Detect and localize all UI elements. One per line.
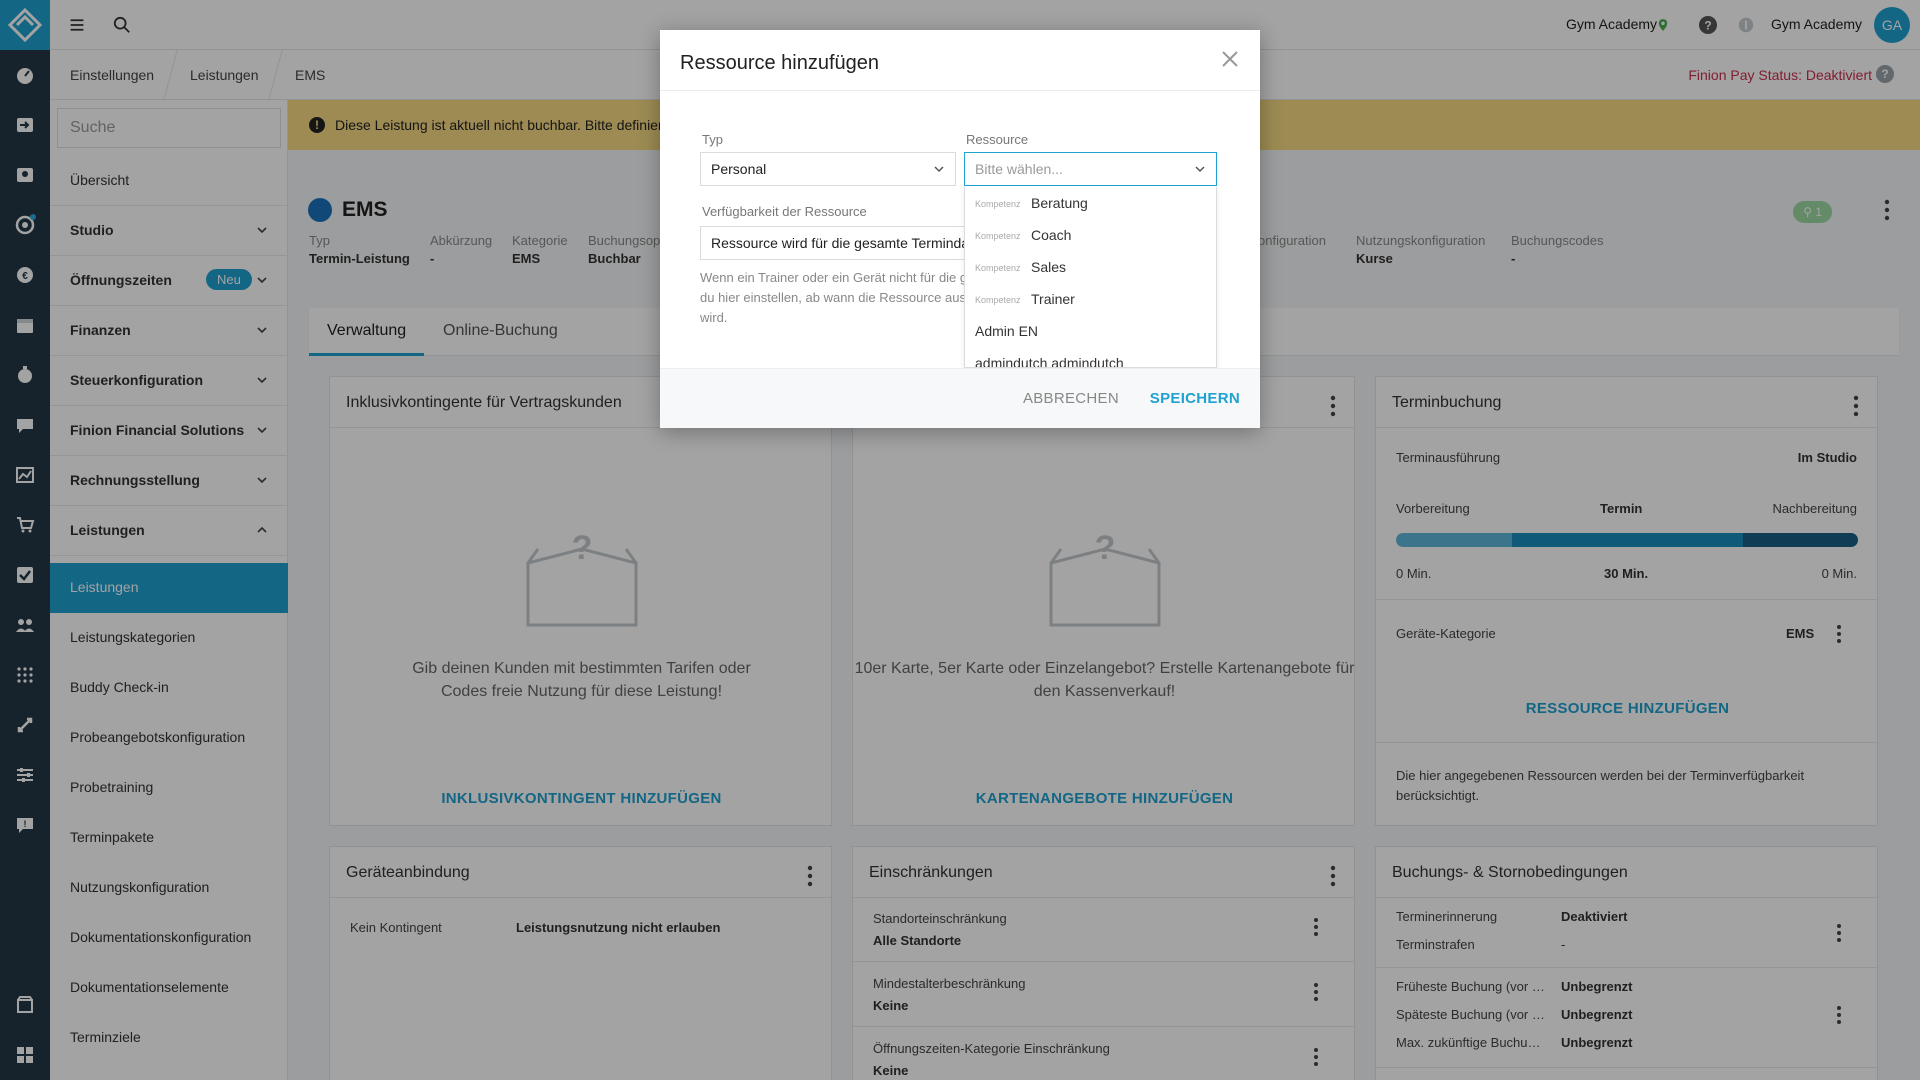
chevron-down-icon bbox=[934, 166, 944, 173]
option-label: Admin EN bbox=[975, 323, 1039, 339]
availability-help-text: Wenn ein Trainer oder ein Gerät nicht fü… bbox=[700, 270, 968, 325]
resource-label: Ressource bbox=[966, 132, 1029, 147]
option-tag: Kompetenz bbox=[975, 263, 1021, 273]
option-label: Coach bbox=[1031, 227, 1072, 243]
resource-select-placeholder: Bitte wählen... bbox=[975, 161, 1063, 177]
chevron-down-icon bbox=[1195, 166, 1205, 173]
divider bbox=[660, 90, 1260, 91]
option-label: admindutch admindutch bbox=[975, 355, 1124, 368]
add-resource-dialog: Ressource hinzufügen Typ Personal Ressou… bbox=[660, 30, 1260, 428]
dropdown-option[interactable]: Kompetenz Beratung bbox=[965, 187, 1216, 219]
dropdown-option[interactable]: Kompetenz Sales bbox=[965, 251, 1216, 283]
dropdown-option[interactable]: Kompetenz Coach bbox=[965, 219, 1216, 251]
option-label: Beratung bbox=[1031, 195, 1088, 211]
dropdown-option[interactable]: admindutch admindutch bbox=[965, 347, 1216, 368]
type-label: Typ bbox=[702, 132, 723, 147]
availability-label: Verfügbarkeit der Ressource bbox=[702, 204, 867, 219]
dropdown-option[interactable]: Kompetenz Trainer bbox=[965, 283, 1216, 315]
cancel-button[interactable]: ABBRECHEN bbox=[1023, 390, 1119, 407]
availability-select-value: Ressource wird für die gesamte Termindau… bbox=[711, 235, 970, 251]
dialog-title: Ressource hinzufügen bbox=[680, 52, 880, 74]
option-label: Sales bbox=[1031, 259, 1067, 275]
availability-select[interactable]: Ressource wird für die gesamte Termindau… bbox=[700, 226, 970, 260]
close-icon[interactable] bbox=[1220, 49, 1240, 69]
save-button[interactable]: SPEICHERN bbox=[1150, 390, 1240, 407]
type-select-value: Personal bbox=[711, 161, 767, 177]
resource-dropdown-list: Kompetenz Beratung Kompetenz Coach Kompete… bbox=[964, 187, 1217, 368]
option-tag: Kompetenz bbox=[975, 295, 1021, 305]
dropdown-option[interactable]: Admin EN bbox=[965, 315, 1216, 347]
option-label: Trainer bbox=[1031, 291, 1075, 307]
type-select[interactable]: Personal bbox=[700, 152, 956, 186]
option-tag: Kompetenz bbox=[975, 231, 1021, 241]
option-tag: Kompetenz bbox=[975, 199, 1021, 209]
resource-select[interactable]: Bitte wählen... bbox=[964, 152, 1217, 186]
dialog-footer: ABBRECHEN SPEICHERN bbox=[660, 368, 1260, 428]
